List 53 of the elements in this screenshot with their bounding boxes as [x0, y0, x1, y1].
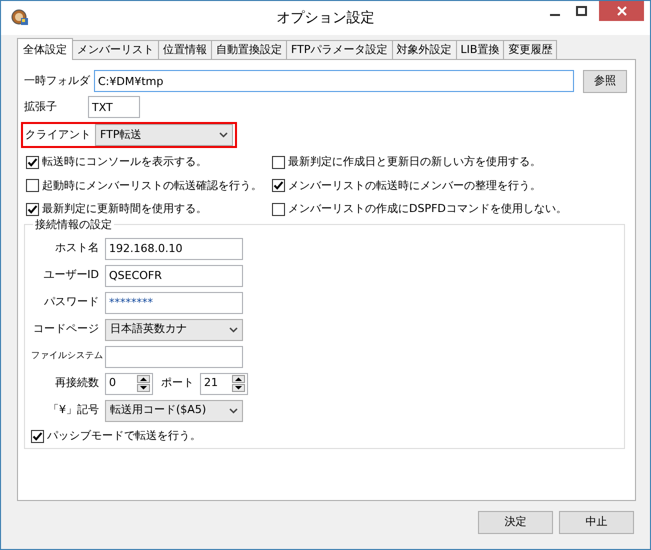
- checkbox[interactable]: [26, 202, 39, 216]
- number-spinner[interactable]: 0: [105, 372, 153, 394]
- browse-button[interactable]: 参照: [583, 70, 627, 92]
- dialog-button[interactable]: 決定: [478, 511, 553, 534]
- caret-icon: [229, 408, 238, 414]
- caret-icon: [229, 326, 238, 332]
- window-title: オプション設定: [276, 9, 376, 28]
- maximize-icon: [576, 6, 587, 16]
- checkbox-label: 最新判定に更新時間を使用する。: [42, 201, 207, 217]
- password-field[interactable]: ********: [105, 292, 243, 314]
- caret-icon: [219, 132, 228, 138]
- checkbox[interactable]: [26, 179, 39, 192]
- input-field[interactable]: [105, 346, 243, 368]
- tab[interactable]: 全体設定: [17, 38, 73, 60]
- checkbox-label: パッシブモードで転送を行う。: [47, 428, 201, 444]
- field-label: ホスト名: [54, 240, 100, 256]
- field-label: 「¥」記号: [47, 402, 100, 418]
- app-icon: [11, 8, 29, 26]
- field-label: コードページ: [32, 321, 100, 338]
- dialog-button[interactable]: 中止: [559, 511, 634, 534]
- checkbox-label: メンバーリストの作成にDSPFDコマンドを使用しない。: [288, 201, 567, 217]
- checkbox-label: 起動時にメンバーリストの転送確認を行う。: [42, 178, 262, 194]
- checkbox[interactable]: [26, 156, 39, 169]
- input-field[interactable]: 192.168.0.10: [105, 238, 243, 260]
- minimize-icon: [550, 14, 560, 16]
- number-spinner[interactable]: 21: [200, 372, 248, 394]
- spin-arrows-icon: [232, 375, 245, 392]
- field-label: 一時フォルダ: [24, 72, 90, 89]
- dropdown[interactable]: 転送用コード($A5): [105, 400, 243, 422]
- input-field[interactable]: TXT: [88, 96, 140, 118]
- close-button[interactable]: [599, 1, 644, 21]
- dropdown[interactable]: 日本語英数カナ: [105, 318, 243, 340]
- input-field[interactable]: C:¥DM¥tmp: [94, 70, 574, 92]
- checkbox-label: メンバーリストの転送時にメンバーの整理を行う。: [288, 178, 541, 194]
- checkbox[interactable]: [272, 156, 285, 169]
- close-icon: [616, 6, 626, 16]
- field-label: クライアント: [25, 126, 91, 143]
- checkbox-label: 転送時にコンソールを表示する。: [42, 154, 207, 170]
- field-label: ユーザーID: [42, 267, 100, 284]
- field-label: パスワード: [43, 294, 100, 310]
- field-label: 拡張子: [24, 98, 58, 115]
- field-label: ファイルシステム: [31, 350, 104, 363]
- checkbox[interactable]: [272, 202, 285, 216]
- spin-arrows-icon: [137, 375, 150, 392]
- input-field[interactable]: QSECOFR: [105, 264, 243, 286]
- checkbox[interactable]: [272, 179, 285, 192]
- group-title: 接続情報の設定: [33, 218, 114, 232]
- tab[interactable]: 変更履歴: [503, 40, 558, 59]
- checkbox[interactable]: [31, 430, 44, 443]
- dropdown[interactable]: FTP転送: [95, 124, 233, 146]
- field-label: 再接続数: [54, 375, 100, 392]
- checkbox-label: 最新判定に作成日と更新日の新しい方を使用する。: [288, 154, 541, 170]
- field-label: ポート: [161, 375, 194, 392]
